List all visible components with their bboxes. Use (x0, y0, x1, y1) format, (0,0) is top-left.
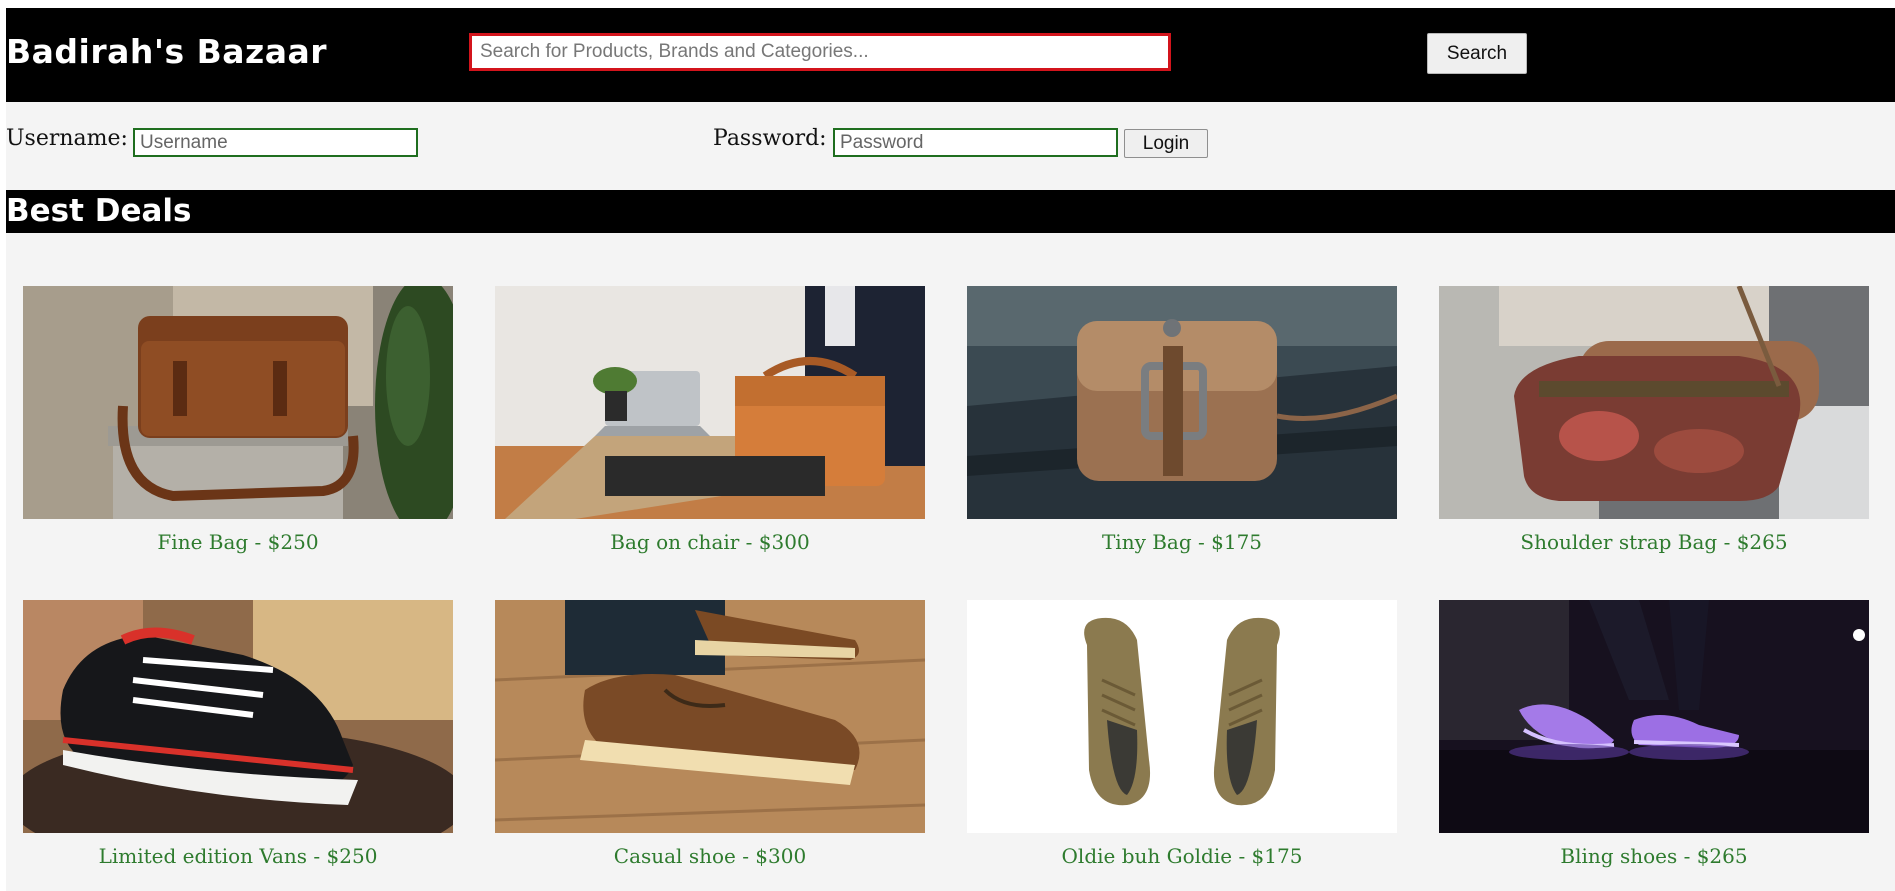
product-caption[interactable]: Fine Bag - $250 (0, 530, 493, 554)
best-deals-banner: Best Deals (6, 190, 1895, 233)
product-image[interactable] (495, 600, 925, 833)
product-card-bag-on-chair[interactable]: Bag on chair - $300 (495, 286, 925, 576)
section-title: Best Deals (6, 193, 192, 229)
product-caption[interactable]: Tiny Bag - $175 (927, 530, 1437, 554)
page: Badirah's Bazaar Search Username: Passwo… (6, 8, 1895, 891)
username-field[interactable] (133, 128, 418, 157)
product-caption[interactable]: Bling shoes - $265 (1399, 844, 1895, 868)
product-card-fine-bag[interactable]: Fine Bag - $250 (23, 286, 453, 576)
product-card-limited-edition-vans[interactable]: Limited edition Vans - $250 (23, 600, 453, 890)
product-image[interactable] (495, 286, 925, 519)
product-caption[interactable]: Shoulder strap Bag - $265 (1399, 530, 1895, 554)
product-image[interactable] (23, 286, 453, 519)
product-card-bling-shoes[interactable]: Bling shoes - $265 (1439, 600, 1869, 890)
product-image[interactable] (1439, 600, 1869, 833)
product-caption[interactable]: Oldie buh Goldie - $175 (927, 844, 1437, 868)
password-field[interactable] (833, 128, 1118, 157)
product-card-casual-shoe[interactable]: Casual shoe - $300 (495, 600, 925, 890)
product-caption[interactable]: Limited edition Vans - $250 (0, 844, 493, 868)
product-image[interactable] (1439, 286, 1869, 519)
product-image[interactable] (967, 600, 1397, 833)
product-image[interactable] (23, 600, 453, 833)
password-label: Password: (713, 126, 827, 151)
product-caption[interactable]: Casual shoe - $300 (455, 844, 965, 868)
product-caption[interactable]: Bag on chair - $300 (455, 530, 965, 554)
product-card-oldie-buh-goldie[interactable]: Oldie buh Goldie - $175 (967, 600, 1397, 890)
search-button[interactable]: Search (1427, 33, 1527, 74)
username-label: Username: (6, 126, 128, 151)
product-card-tiny-bag[interactable]: Tiny Bag - $175 (967, 286, 1397, 576)
product-card-shoulder-strap-bag[interactable]: Shoulder strap Bag - $265 (1439, 286, 1869, 576)
product-image[interactable] (967, 286, 1397, 519)
site-header: Badirah's Bazaar Search (6, 8, 1895, 102)
login-button[interactable]: Login (1124, 129, 1208, 158)
site-logo[interactable]: Badirah's Bazaar (6, 32, 327, 71)
search-input[interactable] (469, 33, 1171, 71)
